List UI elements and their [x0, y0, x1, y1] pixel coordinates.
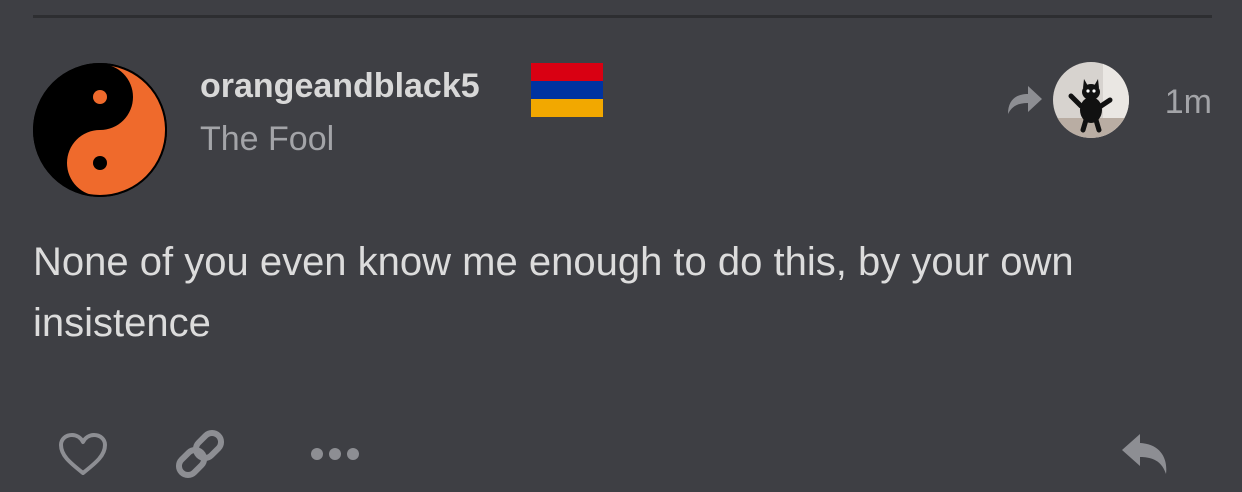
- black-cat-avatar: [1053, 62, 1129, 138]
- more-options-button[interactable]: [308, 428, 362, 480]
- share-arrow-icon[interactable]: [1002, 82, 1046, 118]
- post-divider: [33, 15, 1212, 18]
- reply-button[interactable]: [1116, 428, 1176, 480]
- like-button[interactable]: [55, 428, 111, 480]
- post-body: None of you even know me enough to do th…: [33, 240, 1074, 345]
- flag-icon: [531, 63, 603, 117]
- username[interactable]: orangeandblack5: [200, 66, 480, 106]
- user-avatar[interactable]: [32, 62, 168, 198]
- more-dots-icon: [311, 448, 359, 460]
- reply-icon: [1122, 434, 1167, 474]
- flag-stripe-blue: [531, 81, 603, 99]
- link-icon: [175, 429, 225, 479]
- flag-stripe-red: [531, 63, 603, 81]
- copy-link-button[interactable]: [170, 428, 230, 480]
- yin-yang-icon: [33, 63, 167, 197]
- reply-to-avatar[interactable]: [1053, 62, 1129, 138]
- post-timestamp[interactable]: 1m: [1150, 82, 1212, 122]
- user-title: The Fool: [200, 120, 335, 158]
- heart-icon: [59, 433, 107, 475]
- flag-stripe-orange: [531, 99, 603, 117]
